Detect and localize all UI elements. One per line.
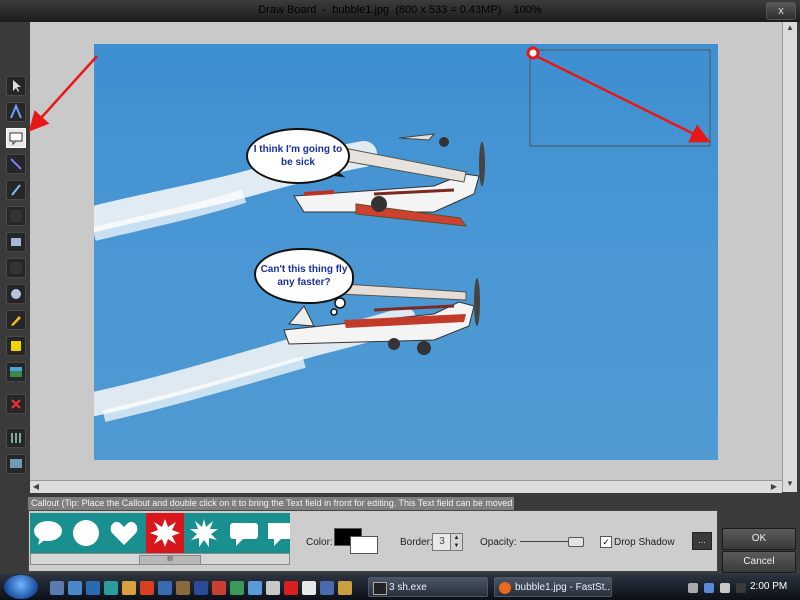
cancel-button[interactable]: Cancel <box>722 551 796 573</box>
rounded-rect-tool-button[interactable] <box>6 258 26 278</box>
callout-shape-strip <box>30 513 290 553</box>
ok-button[interactable]: OK <box>722 528 796 550</box>
opacity-slider-thumb[interactable] <box>568 537 584 547</box>
taskbar-clock[interactable]: 2:00 PM <box>750 581 787 592</box>
explorer-icon[interactable] <box>68 581 82 595</box>
border-input[interactable]: 3 <box>432 533 452 551</box>
app-icon[interactable] <box>86 581 100 595</box>
rect-callout-icon[interactable] <box>228 517 260 549</box>
callout-tool-button[interactable] <box>6 128 26 148</box>
firefox-icon[interactable] <box>140 581 154 595</box>
border-spinner[interactable]: ▲ ▼ <box>450 533 463 551</box>
opacity-label: Opacity: <box>480 537 517 548</box>
airshow-photo <box>94 49 711 422</box>
image-stamp-icon <box>10 367 22 377</box>
ellipse-icon <box>11 289 21 299</box>
scroll-thumb[interactable]: III <box>139 555 201 565</box>
highlighter-tool-button[interactable] <box>6 310 26 330</box>
border-label: Border: <box>400 537 433 548</box>
image-stamp-tool-button[interactable] <box>6 362 26 382</box>
app-icon[interactable] <box>248 581 262 595</box>
app-icon[interactable] <box>284 581 298 595</box>
taskbar-item-label: bubble1.jpg - FastSt... <box>515 582 612 593</box>
text-icon <box>10 103 22 119</box>
background-color-swatch[interactable] <box>350 536 378 554</box>
rectangle-tool-button[interactable] <box>6 232 26 252</box>
arrow-tool-button[interactable] <box>6 206 26 226</box>
pointer-icon <box>13 80 21 92</box>
taskbar-item-label: 3 sh.exe <box>389 582 427 593</box>
photo-image[interactable]: I think I'm going to be sick Can't this … <box>94 44 718 460</box>
explosion-icon[interactable] <box>149 517 181 549</box>
tray-icon[interactable] <box>688 583 698 593</box>
vertical-scrollbar[interactable]: ▲ ▼ <box>782 22 797 492</box>
horizontal-scrollbar[interactable]: ◀ ▶ <box>30 480 782 493</box>
sliders-tool-button[interactable] <box>6 428 26 448</box>
app-icon[interactable] <box>230 581 244 595</box>
folder-icon[interactable] <box>122 581 136 595</box>
app-icon[interactable] <box>212 581 226 595</box>
start-button[interactable] <box>4 575 38 599</box>
app-icon[interactable] <box>194 581 208 595</box>
network-icon[interactable] <box>704 583 714 593</box>
line-tool-button[interactable] <box>6 154 26 174</box>
scroll-down-button[interactable]: ▼ <box>784 478 796 490</box>
app-icon[interactable] <box>266 581 280 595</box>
rectangle-icon <box>11 238 21 246</box>
screen-tool-button[interactable] <box>6 454 26 474</box>
delete-icon <box>11 399 21 409</box>
arrow-icon <box>10 210 22 222</box>
app-icon[interactable] <box>320 581 334 595</box>
more-options-button[interactable]: ... <box>692 532 712 550</box>
line-icon <box>10 158 22 170</box>
drop-shadow-label: Drop Shadow <box>614 537 675 548</box>
pointer-tool-button[interactable] <box>6 76 26 96</box>
speech-bubble-icon[interactable] <box>32 517 64 549</box>
app-icon[interactable] <box>302 581 316 595</box>
faststone-icon <box>499 582 511 594</box>
scroll-up-button[interactable]: ▲ <box>784 22 796 34</box>
drawing-toolbar <box>3 76 29 476</box>
fill-tool-button[interactable] <box>6 336 26 356</box>
rect-callout-icon[interactable] <box>266 517 290 549</box>
close-button[interactable]: x <box>766 2 796 20</box>
taskbar-item-faststone[interactable]: bubble1.jpg - FastSt... <box>494 577 612 597</box>
tray-icon[interactable] <box>736 583 746 593</box>
callout-icon <box>9 132 23 146</box>
show-desktop-icon[interactable] <box>50 581 64 595</box>
screen-icon <box>10 459 22 468</box>
color-label: Color: <box>306 537 333 548</box>
speech-bubble-top[interactable]: I think I'm going to be sick <box>246 128 350 184</box>
delete-tool-button[interactable] <box>6 394 26 414</box>
app-icon[interactable] <box>338 581 352 595</box>
pencil-icon <box>11 184 21 196</box>
window-title: Draw Board - bubble1.jpg (800 x 533 = 0.… <box>258 4 542 16</box>
burst-icon[interactable] <box>188 517 220 549</box>
bridge-icon[interactable] <box>176 581 190 595</box>
fill-icon <box>11 341 21 351</box>
sliders-icon <box>11 433 21 443</box>
taskbar-item-sh[interactable]: 3 sh.exe <box>368 577 488 597</box>
app-icon[interactable] <box>104 581 118 595</box>
circle-icon[interactable] <box>70 517 102 549</box>
shape-strip-scrollbar[interactable]: III <box>30 553 290 565</box>
rounded-rect-icon <box>10 262 22 274</box>
scroll-left-button[interactable]: ◀ <box>30 481 42 493</box>
ellipse-tool-button[interactable] <box>6 284 26 304</box>
text-tool-button[interactable] <box>6 102 26 122</box>
highlighter-icon <box>11 316 21 326</box>
callout-tip-label: Callout (Tip: Place the Callout and doub… <box>28 497 514 510</box>
console-icon <box>373 582 387 595</box>
drop-shadow-checkbox[interactable]: ✓ <box>600 536 612 548</box>
volume-icon[interactable] <box>720 583 730 593</box>
scroll-right-button[interactable]: ▶ <box>768 481 780 493</box>
pencil-tool-button[interactable] <box>6 180 26 200</box>
app-icon[interactable] <box>158 581 172 595</box>
heart-icon[interactable] <box>108 517 140 549</box>
